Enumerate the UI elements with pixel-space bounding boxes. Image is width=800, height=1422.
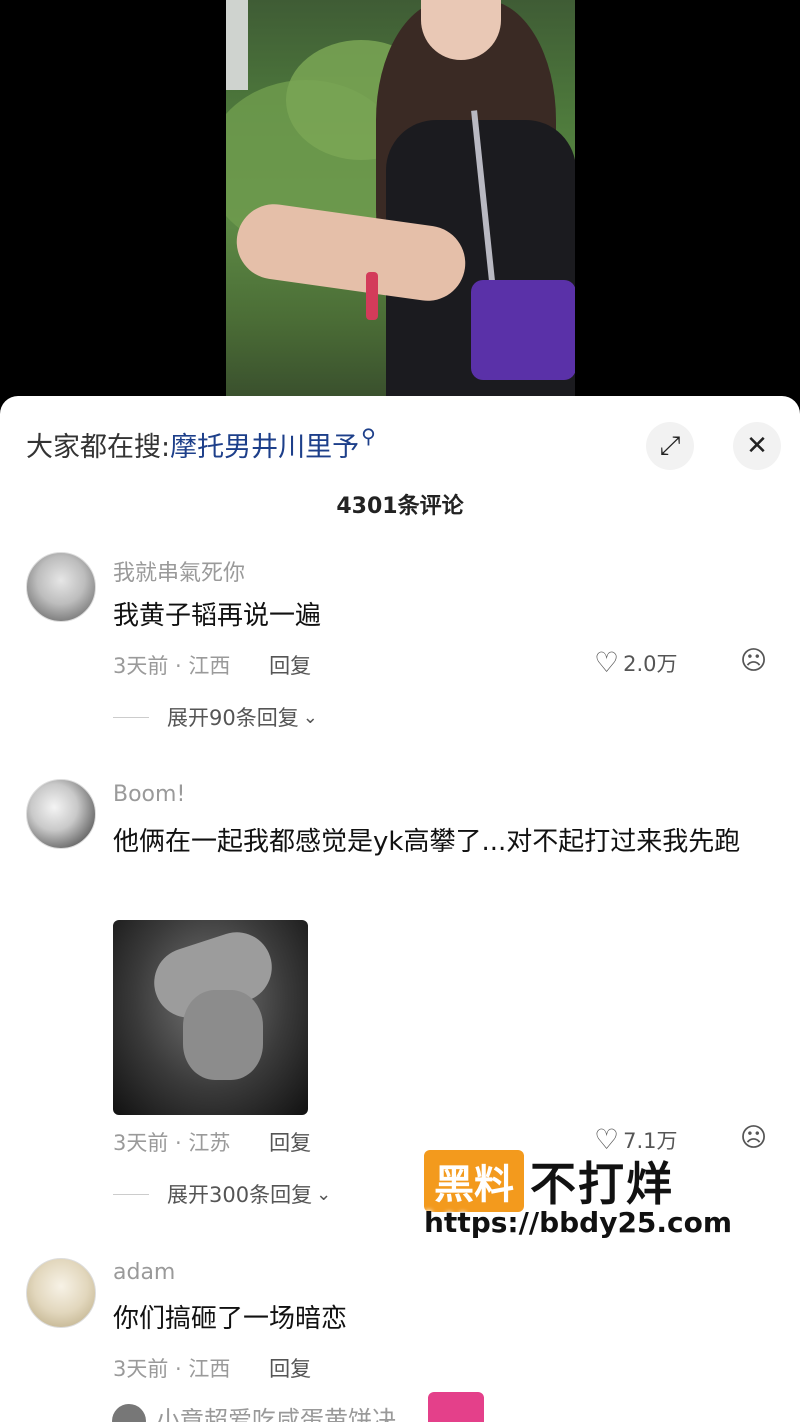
search-icon[interactable]: ⚲	[361, 424, 376, 448]
comment-time-location: 3天前 · 江苏	[113, 1131, 231, 1155]
video-wristband	[366, 272, 378, 320]
expand-replies-button[interactable]: 展开90条回复 ⌄	[113, 702, 318, 732]
comment-count-title: 4301条评论	[336, 494, 464, 519]
close-button[interactable]: ✕	[733, 422, 781, 470]
avatar[interactable]	[112, 1404, 146, 1422]
sticker-icon	[428, 1392, 484, 1422]
watermark-url: https://bbdy25.com	[424, 1206, 733, 1239]
expand-icon: ⤢	[659, 430, 681, 461]
dislike-icon[interactable]: ☹	[740, 646, 767, 676]
comment-image[interactable]	[113, 920, 308, 1115]
comment-username[interactable]: Boom!	[113, 782, 185, 807]
comment-meta: 3天前 · 江西 回复	[113, 1353, 311, 1383]
video-tree-trunk	[226, 0, 248, 90]
comment-time-location: 3天前 · 江西	[113, 654, 231, 678]
reply-button[interactable]: 回复	[269, 1357, 311, 1381]
comment-text: 我黄子韬再说一遍	[113, 601, 322, 631]
video-player[interactable]	[226, 0, 575, 400]
comment-meta: 3天前 · 江苏 回复	[113, 1127, 311, 1157]
watermark-logo: 黑料 不打烊	[424, 1148, 674, 1214]
avatar[interactable]	[26, 1258, 96, 1328]
partial-reply[interactable]: 小竟超爱吃咸蛋黄饼决	[112, 1400, 396, 1422]
chevron-down-icon: ⌄	[302, 706, 318, 728]
dislike-icon[interactable]: ☹	[740, 1123, 767, 1153]
reply-button[interactable]: 回复	[269, 654, 311, 678]
divider-line	[113, 716, 149, 718]
like-count: 2.0万	[623, 651, 678, 676]
close-icon: ✕	[746, 431, 768, 461]
avatar[interactable]	[26, 552, 96, 622]
chevron-down-icon: ⌄	[316, 1183, 332, 1205]
video-bag	[471, 280, 575, 380]
comment-username[interactable]: adam	[113, 1260, 175, 1285]
reply-button[interactable]: 回复	[269, 1131, 311, 1155]
expand-replies-button[interactable]: 展开300条回复 ⌄	[113, 1179, 331, 1209]
like-button[interactable]: ♡ 2.0万	[594, 646, 678, 679]
partial-reply-username: 小竟超爱吃咸蛋黄饼决	[156, 1406, 396, 1422]
search-term-link[interactable]: 摩托男井川里予	[170, 425, 359, 464]
search-prefix: 大家都在搜:	[26, 431, 171, 463]
watermark-text: 不打烊	[530, 1157, 674, 1211]
expand-replies-label: 展开90条回复	[167, 706, 299, 730]
comment-time-location: 3天前 · 江西	[113, 1357, 231, 1381]
image-face	[183, 990, 263, 1080]
comment-text: 你们搞砸了一场暗恋	[113, 1304, 348, 1334]
comment-meta: 3天前 · 江西 回复	[113, 650, 311, 680]
avatar[interactable]	[26, 779, 96, 849]
comments-sheet: 大家都在搜: 摩托男井川里予 ⚲ ⤢ ✕ 4301条评论 我就串氣死你 我黄子韬…	[0, 396, 800, 1422]
expand-button[interactable]: ⤢	[646, 422, 694, 470]
expand-replies-label: 展开300条回复	[167, 1183, 313, 1207]
divider-line	[113, 1193, 149, 1195]
comment-username[interactable]: 我就串氣死你	[113, 555, 245, 587]
watermark-badge: 黑料	[424, 1150, 524, 1212]
heart-icon: ♡	[594, 646, 620, 679]
search-suggestion[interactable]: 大家都在搜: 摩托男井川里予 ⚲	[26, 424, 376, 464]
comment-text: 他俩在一起我都感觉是yk高攀了...对不起打过来我先跑	[113, 827, 741, 857]
